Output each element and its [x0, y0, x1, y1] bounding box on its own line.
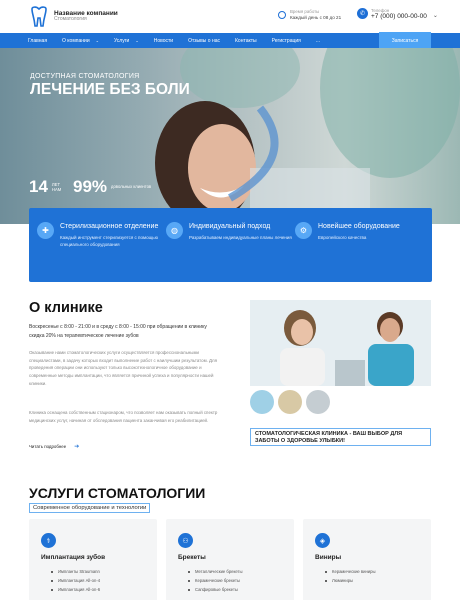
read-more-label: Читать подробнее [29, 444, 67, 449]
veneer-icon: ◈ [315, 533, 330, 548]
list-item[interactable]: Керамические виниры [325, 567, 419, 576]
service-list: Керамические виниры Люминиры [315, 567, 419, 585]
service-card-braces[interactable]: ⚇ Брекеты Металлические брекеты Керамиче… [166, 519, 294, 600]
clock-icon [278, 11, 286, 19]
read-more-link[interactable]: Читать подробнее ➔ [29, 443, 79, 450]
nav-label: Регистрация [271, 37, 301, 44]
services-title: УСЛУГИ СТОМАТОЛОГИИ [29, 485, 206, 501]
years-value: 14 [29, 177, 48, 196]
about-title: О клинике [29, 300, 103, 316]
arrow-right-icon: ➔ [74, 444, 80, 450]
main-nav: Главная О компании ⌄ Услуги ⌄ Новости Отзы… [0, 32, 460, 49]
nav-label: Отзывы о нас [188, 37, 220, 44]
service-card-title: Брекеты [178, 554, 206, 561]
sterilization-icon: ✚ [37, 222, 54, 239]
phone-icon: ✆ [357, 8, 368, 19]
company-subtitle: Стоматология [54, 16, 87, 23]
nav-label: О компании [62, 37, 90, 44]
photo-thumbnails [250, 390, 334, 414]
about-schedule-text: Воскресенье с 8:00 - 21:00 и в среду с 8… [29, 324, 207, 339]
nav-item-registration[interactable]: Регистрация [272, 38, 301, 44]
service-card-veneers[interactable]: ◈ Виниры Керамические виниры Люминиры [303, 519, 431, 600]
feature-desc: Каждый инструмент стерилизуется с помощь… [60, 235, 159, 247]
nav-item-about[interactable]: О компании ⌄ [62, 38, 99, 44]
clients-label: довольных клиентов [111, 184, 152, 190]
list-item[interactable]: Люминиры [325, 576, 419, 585]
nav-item-more[interactable]: ... [316, 38, 320, 44]
hours-value: Каждый день с 08 до 21 [290, 14, 342, 20]
site-header: Название компании Стоматология Время раб… [0, 0, 460, 33]
chevron-down-icon: ⌄ [95, 38, 99, 43]
thumbnail[interactable] [250, 390, 274, 414]
nav-label: Новости [153, 37, 174, 44]
feature-title: Новейшее оборудование [318, 223, 400, 230]
hero-title: ЛЕЧЕНИЕ БЕЗ БОЛИ [30, 81, 190, 98]
list-item[interactable]: Импланты Straumann [51, 567, 145, 576]
braces-icon: ⚇ [178, 533, 193, 548]
service-list: Импланты Straumann Имплантация All-on-4 … [41, 567, 145, 595]
clients-stat: 99% довольных клиентов [73, 177, 151, 197]
nav-item-services[interactable]: Услуги ⌄ [114, 38, 139, 44]
nav-item-news[interactable]: Новости [154, 38, 173, 44]
nav-label: ... [315, 37, 321, 44]
years-label: ЛЕТ НАМ [51, 181, 62, 192]
feature-item: ◍ Индивидуальный подход Разрабатываем ин… [166, 222, 295, 282]
page: Название компании Стоматология Время раб… [0, 0, 460, 600]
individual-icon: ◍ [166, 222, 183, 239]
nav-item-reviews[interactable]: Отзывы о нас [188, 38, 220, 44]
list-item[interactable]: Сапфировые брекеты [188, 585, 282, 594]
clinic-photo-image [250, 300, 431, 386]
list-item[interactable]: Имплантация All-on-4 [51, 576, 145, 585]
services-subtitle: Современное оборудование и технологии [29, 503, 151, 513]
nav-item-contacts[interactable]: Контакты [235, 38, 257, 44]
equipment-icon: ⚙ [295, 222, 312, 239]
list-item[interactable]: Металлические брекеты [188, 567, 282, 576]
tooth-icon: ⚕ [41, 533, 56, 548]
service-card-title: Имплантация зубов [41, 554, 106, 561]
feature-desc: Европейского качества [318, 235, 367, 241]
service-card-title: Виниры [315, 554, 342, 561]
service-card-implants[interactable]: ⚕ Имплантация зубов Импланты Straumann И… [29, 519, 157, 600]
feature-item: ⚙ Новейшее оборудование Европейского кач… [295, 222, 424, 282]
signup-button[interactable]: Записаться [379, 32, 431, 49]
clients-value: 99% [73, 177, 108, 196]
feature-item: ✚ Стерилизационное отделение Каждый инст… [37, 222, 166, 282]
years-stat: 14 ЛЕТ НАМ [29, 177, 61, 197]
nav-label: Контакты [235, 37, 257, 44]
phone-number[interactable]: +7 (000) 000-00-00 [371, 13, 427, 20]
thumbnail[interactable] [278, 390, 302, 414]
company-block[interactable]: Название компании Стоматология [54, 10, 118, 23]
nav-label: Услуги [113, 37, 130, 44]
features-panel: ✚ Стерилизационное отделение Каждый инст… [29, 208, 432, 282]
about-text-2: Клиника оснащена собственным стационаром… [29, 410, 218, 423]
phone-block[interactable]: ✆ Телефон +7 (000) 000-00-00 ⌄ [357, 8, 438, 20]
nav-item-home[interactable]: Главная [28, 38, 47, 44]
list-item[interactable]: Керамические брекеты [188, 576, 282, 585]
working-hours: Время работы Каждый день с 08 до 21 [278, 9, 341, 20]
tooth-logo-icon[interactable] [30, 5, 48, 28]
chevron-down-icon[interactable]: ⌄ [433, 12, 438, 19]
hero-banner: ДОСТУПНАЯ СТОМАТОЛОГИЯ ЛЕЧЕНИЕ БЕЗ БОЛИ … [0, 48, 460, 224]
clinic-photo[interactable] [250, 300, 431, 386]
service-list: Металлические брекеты Керамические бреке… [178, 567, 282, 595]
thumbnail[interactable] [306, 390, 330, 414]
list-item[interactable]: Имплантация All-on-6 [51, 585, 145, 594]
hero-kicker: ДОСТУПНАЯ СТОМАТОЛОГИЯ [30, 73, 140, 80]
feature-title: Индивидуальный подход [189, 223, 271, 230]
chevron-down-icon: ⌄ [135, 38, 139, 43]
promo-banner: СТОМАТОЛОГИЧЕСКАЯ КЛИНИКА - ВАШ ВЫБОР ДЛ… [250, 428, 431, 446]
about-text: Оказывание нами стоматологических услуги… [29, 350, 217, 386]
nav-label: Главная [28, 37, 48, 44]
feature-desc: Разрабатываем индивидуальные планы лечен… [189, 235, 292, 241]
feature-title: Стерилизационное отделение [60, 223, 159, 230]
